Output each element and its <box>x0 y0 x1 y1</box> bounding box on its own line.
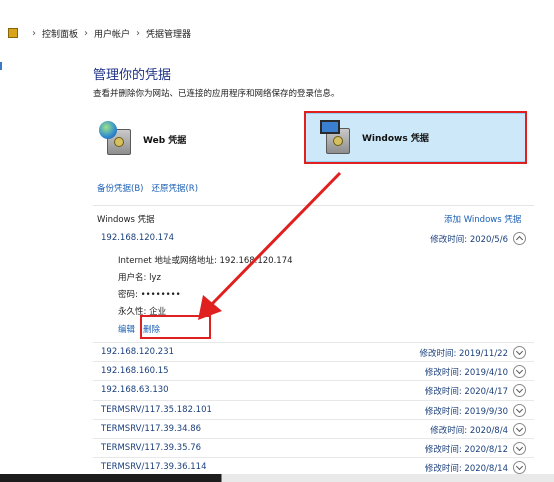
credential-row[interactable]: 192.168.63.130 修改时间: 2020/4/17 <box>93 380 534 400</box>
credential-address: 192.168.120.174 <box>101 233 175 243</box>
breadcrumb-control-panel[interactable]: 控制面板 <box>42 27 78 40</box>
password-field: 密码: •••••••• <box>118 290 181 300</box>
chevron-down-icon[interactable] <box>513 461 526 475</box>
chevron-down-icon[interactable] <box>513 346 526 359</box>
credential-address: 192.168.160.15 <box>101 366 169 377</box>
credential-date: 修改时间: 2019/9/30 <box>424 406 508 417</box>
backup-links: 备份凭据(B) 还原凭据(R) <box>97 182 198 194</box>
page-title: 管理你的凭据 <box>93 68 172 83</box>
credential-date: 修改时间: 2020/8/14 <box>424 464 508 475</box>
credential-row[interactable]: TERMSRV/117.39.35.76 修改时间: 2020/8/12 <box>93 438 534 458</box>
divider <box>93 205 534 206</box>
credential-address: TERMSRV/117.39.35.76 <box>101 443 202 453</box>
chevron-up-icon[interactable] <box>513 232 526 245</box>
left-pane-edge <box>0 62 6 70</box>
breadcrumb-user-accounts[interactable]: 用户帐户 <box>94 27 130 40</box>
web-credentials-label: Web 凭据 <box>143 135 187 146</box>
web-credentials-card[interactable]: Web 凭据 <box>97 116 227 162</box>
credential-address: TERMSRV/117.35.182.101 <box>101 404 212 415</box>
credential-date: 修改时间: 2020/5/6 <box>430 235 508 245</box>
breadcrumb: › 控制面板 › 用户帐户 › 凭据管理器 <box>8 26 191 40</box>
credential-row-expanded[interactable]: 192.168.120.174 修改时间: 2020/5/6 <box>93 229 534 249</box>
annotation-highlight-delete <box>140 315 211 339</box>
chevron-down-icon[interactable] <box>513 365 526 379</box>
credential-date: 修改时间: 2020/4/17 <box>424 387 508 398</box>
credential-date: 修改时间: 2019/11/22 <box>419 349 508 359</box>
breadcrumb-separator-icon: › <box>84 27 89 39</box>
add-windows-credential-link[interactable]: 添加 Windows 凭据 <box>444 213 521 225</box>
taskbar-strip <box>0 474 554 482</box>
chevron-down-icon[interactable] <box>513 442 526 455</box>
credential-row[interactable]: 192.168.160.15 修改时间: 2019/4/10 <box>93 361 534 381</box>
web-credential-icon <box>97 119 137 159</box>
annotation-highlight-windows <box>304 111 527 164</box>
credential-row[interactable]: TERMSRV/117.35.182.101 修改时间: 2019/9/30 <box>93 399 534 420</box>
credential-address: TERMSRV/117.39.36.114 <box>101 462 207 473</box>
username-field: 用户名: lyz <box>118 273 161 283</box>
section-label: Windows 凭据 <box>97 215 155 225</box>
credential-details: Internet 地址或网络地址: 192.168.120.174 用户名: l… <box>118 253 293 321</box>
credential-address: 192.168.120.231 <box>101 347 175 357</box>
credential-row[interactable]: 192.168.120.231 修改时间: 2019/11/22 <box>93 342 534 362</box>
edit-link[interactable]: 编辑 <box>118 323 135 335</box>
chevron-down-icon[interactable] <box>513 384 526 398</box>
credential-address: 192.168.63.130 <box>101 385 169 396</box>
breadcrumb-credential-manager[interactable]: 凭据管理器 <box>146 27 191 40</box>
breadcrumb-separator-icon[interactable]: › <box>32 28 36 39</box>
backup-credentials-link[interactable]: 备份凭据(B) <box>97 182 143 194</box>
credential-row[interactable]: TERMSRV/117.39.34.86 修改时间: 2020/8/4 <box>93 418 534 439</box>
page-description: 查看并删除你为网站、已连接的应用程序和网络保存的登录信息。 <box>93 89 340 99</box>
control-panel-icon[interactable] <box>8 28 18 38</box>
credential-address: TERMSRV/117.39.34.86 <box>101 423 202 434</box>
credential-date: 修改时间: 2019/4/10 <box>424 368 508 379</box>
chevron-down-icon[interactable] <box>513 403 526 417</box>
credential-date: 修改时间: 2020/8/4 <box>430 425 508 436</box>
credential-date: 修改时间: 2020/8/12 <box>424 445 508 455</box>
chevron-down-icon[interactable] <box>513 422 526 436</box>
restore-credentials-link[interactable]: 还原凭据(R) <box>151 182 198 194</box>
breadcrumb-separator-icon: › <box>136 27 141 39</box>
net-address-field: Internet 地址或网络地址: 192.168.120.174 <box>118 256 293 266</box>
